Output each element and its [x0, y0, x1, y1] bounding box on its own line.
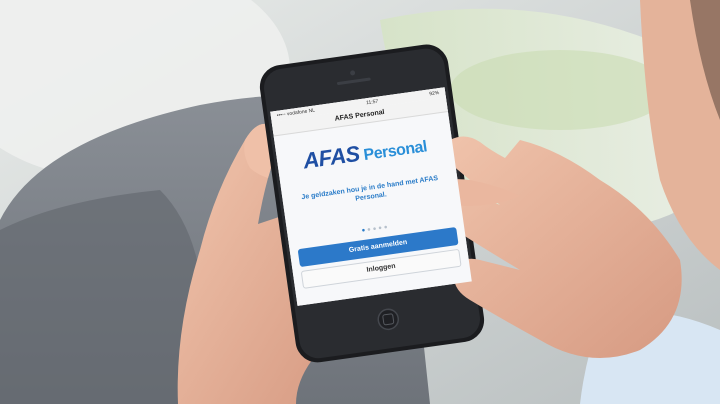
clock-label: 11:57 — [365, 98, 379, 107]
app-screen: •••◦◦ vodafone NL 11:57 92% AFAS Persona… — [270, 87, 472, 306]
logo-brand: AFAS — [301, 140, 362, 174]
app-logo: AFAS Personal — [276, 128, 454, 178]
page-dot[interactable]: ● — [384, 224, 390, 231]
tagline: Je geldzaken hou je in de hand met AFAS … — [301, 175, 439, 203]
battery-label: 92% — [428, 90, 440, 98]
photo-scene: •••◦◦ vodafone NL 11:57 92% AFAS Persona… — [0, 0, 720, 404]
logo-product: Personal — [362, 138, 428, 165]
